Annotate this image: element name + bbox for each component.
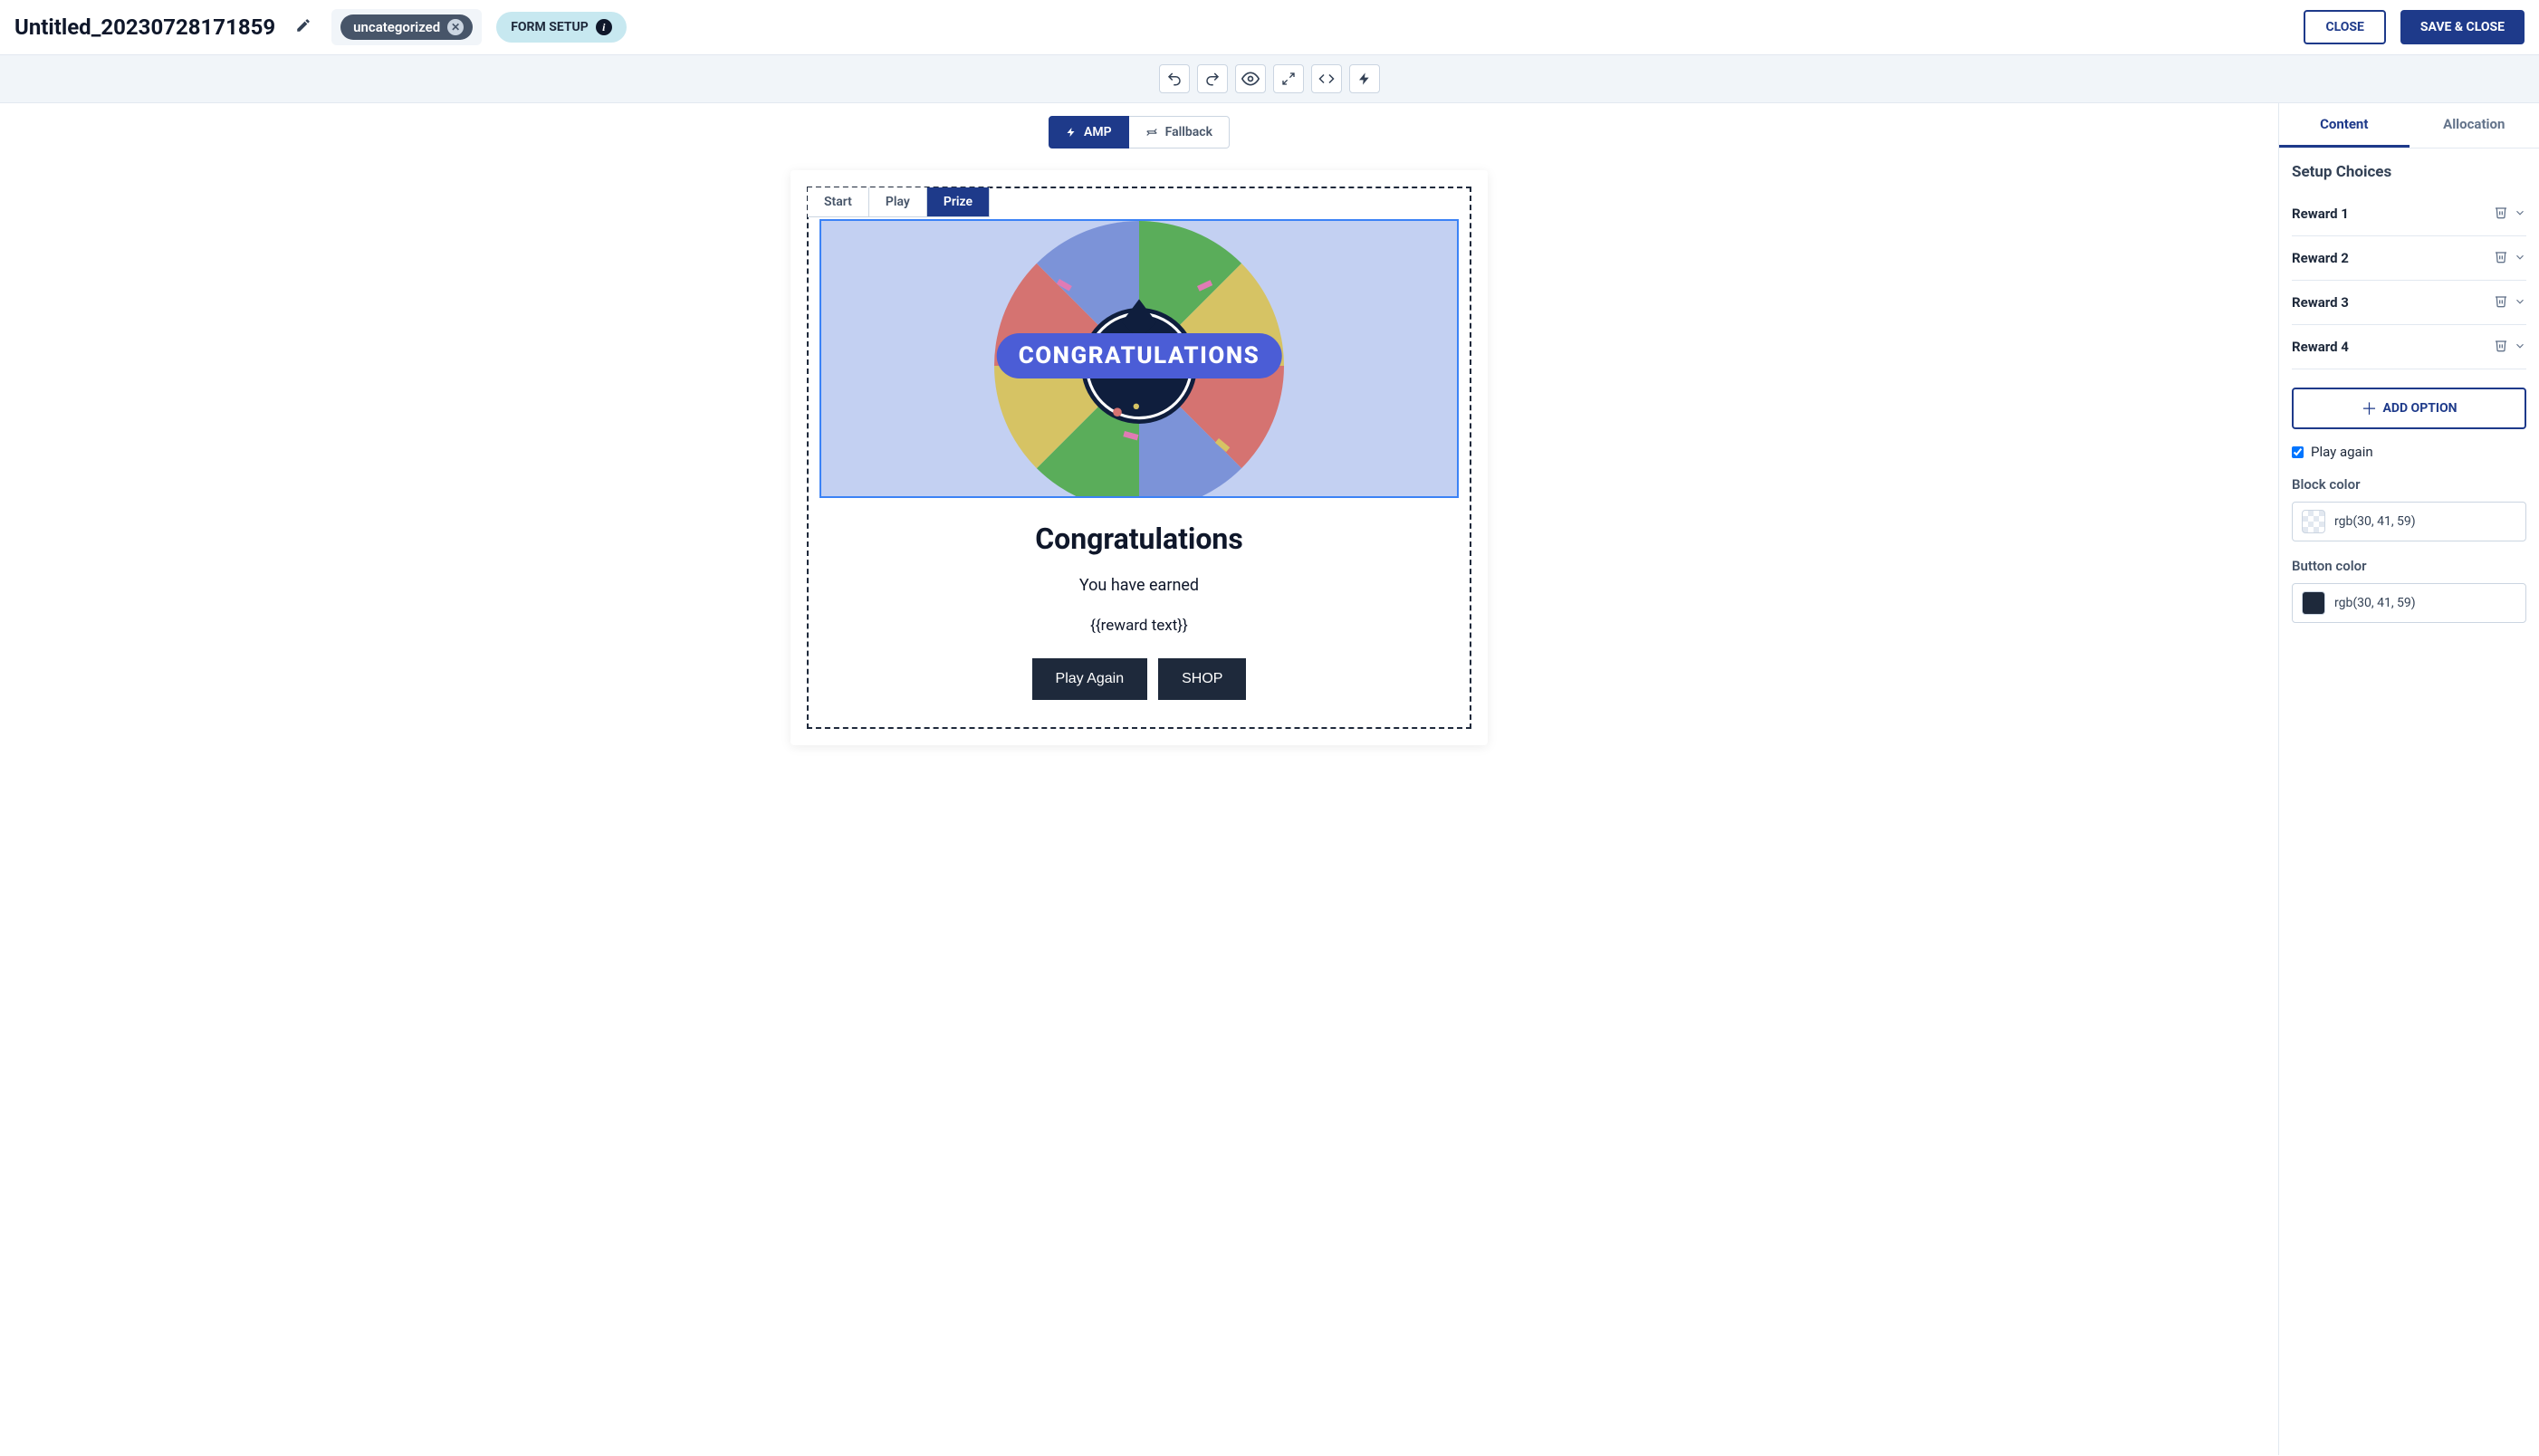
reward-row[interactable]: Reward 4 — [2292, 325, 2526, 369]
close-button[interactable]: CLOSE — [2304, 10, 2385, 44]
setup-choices-heading: Setup Choices — [2292, 163, 2526, 181]
play-again-button[interactable]: Play Again — [1032, 658, 1148, 700]
remove-tag-icon[interactable]: ✕ — [447, 19, 464, 35]
save-and-close-button[interactable]: SAVE & CLOSE — [2400, 10, 2525, 44]
play-again-checkbox[interactable] — [2292, 446, 2304, 458]
color-swatch — [2302, 591, 2325, 615]
actions-button[interactable] — [1349, 64, 1380, 93]
code-button[interactable] — [1311, 64, 1342, 93]
fallback-label: Fallback — [1165, 125, 1212, 139]
wheel-hero[interactable]: CONGRATULATIONS — [819, 219, 1459, 498]
amp-label: AMP — [1084, 125, 1112, 139]
top-bar: Untitled_20230728171859 uncategorized ✕ … — [0, 0, 2539, 55]
fullscreen-button[interactable] — [1273, 64, 1304, 93]
edit-title-icon[interactable] — [290, 12, 317, 43]
undo-button[interactable] — [1159, 64, 1190, 93]
block-color-value: rgb(30, 41, 59) — [2334, 514, 2416, 529]
cta-row: Play Again SHOP — [819, 658, 1459, 700]
add-option-button[interactable]: ＋ ADD OPTION — [2292, 388, 2526, 429]
canvas-outer: Start Play Prize — [790, 170, 1488, 745]
plus-icon: ＋ — [2361, 397, 2377, 420]
color-swatch — [2302, 510, 2325, 533]
form-setup-label: FORM SETUP — [511, 20, 589, 34]
reward-label: Reward 2 — [2292, 250, 2349, 266]
add-option-label: ADD OPTION — [2382, 401, 2457, 416]
block-color-label: Block color — [2292, 476, 2526, 493]
reward-label: Reward 3 — [2292, 294, 2349, 311]
state-tab-prize[interactable]: Prize — [927, 187, 990, 217]
reward-row[interactable]: Reward 1 — [2292, 192, 2526, 236]
trash-icon[interactable] — [2494, 293, 2508, 311]
reward-label: Reward 4 — [2292, 339, 2349, 355]
shop-button[interactable]: SHOP — [1158, 658, 1246, 700]
properties-panel: Content Allocation Setup Choices Reward … — [2278, 103, 2539, 1455]
button-color-label: Button color — [2292, 558, 2526, 574]
state-tab-start[interactable]: Start — [808, 187, 869, 217]
trash-icon[interactable] — [2494, 205, 2508, 223]
reward-placeholder[interactable]: {{reward text}} — [819, 617, 1459, 635]
reward-row[interactable]: Reward 3 — [2292, 281, 2526, 325]
amp-tab[interactable]: AMP — [1049, 116, 1129, 148]
button-color-field[interactable]: rgb(30, 41, 59) — [2292, 583, 2526, 623]
state-tab-play[interactable]: Play — [869, 187, 927, 217]
block-color-field[interactable]: rgb(30, 41, 59) — [2292, 502, 2526, 541]
category-tag[interactable]: uncategorized ✕ — [340, 14, 473, 40]
preview-button[interactable] — [1235, 64, 1266, 93]
trash-icon[interactable] — [2494, 249, 2508, 267]
panel-tabs: Content Allocation — [2279, 103, 2539, 148]
button-color-value: rgb(30, 41, 59) — [2334, 596, 2416, 610]
chevron-down-icon[interactable] — [2514, 339, 2526, 356]
congrats-banner: CONGRATULATIONS — [997, 333, 1282, 378]
chevron-down-icon[interactable] — [2514, 206, 2526, 223]
tag-wrapper: uncategorized ✕ — [331, 9, 482, 45]
content-tab[interactable]: Content — [2279, 103, 2410, 148]
prize-subtext[interactable]: You have earned — [819, 576, 1459, 595]
canvas-inner[interactable]: Start Play Prize — [807, 187, 1471, 729]
chevron-down-icon[interactable] — [2514, 294, 2526, 311]
canvas-state-tabs: Start Play Prize — [808, 187, 990, 217]
prize-body: Congratulations You have earned {{reward… — [819, 498, 1459, 727]
view-mode-segmented: AMP Fallback — [0, 116, 2278, 148]
play-again-check-label: Play again — [2311, 444, 2373, 460]
trash-icon[interactable] — [2494, 338, 2508, 356]
play-again-checkbox-row[interactable]: Play again — [2292, 444, 2526, 460]
prize-heading[interactable]: Congratulations — [819, 522, 1459, 556]
fallback-tab[interactable]: Fallback — [1129, 116, 1230, 148]
chevron-down-icon[interactable] — [2514, 250, 2526, 267]
tag-label: uncategorized — [353, 19, 440, 35]
form-setup-chip[interactable]: FORM SETUP i — [496, 12, 627, 43]
allocation-tab[interactable]: Allocation — [2410, 103, 2539, 148]
info-icon: i — [596, 19, 612, 35]
canvas-column: AMP Fallback Start Play Prize — [0, 103, 2278, 1455]
reward-label: Reward 1 — [2292, 206, 2349, 222]
editor-toolbar — [0, 55, 2539, 103]
reward-row[interactable]: Reward 2 — [2292, 236, 2526, 281]
redo-button[interactable] — [1197, 64, 1228, 93]
document-title: Untitled_20230728171859 — [14, 14, 275, 40]
